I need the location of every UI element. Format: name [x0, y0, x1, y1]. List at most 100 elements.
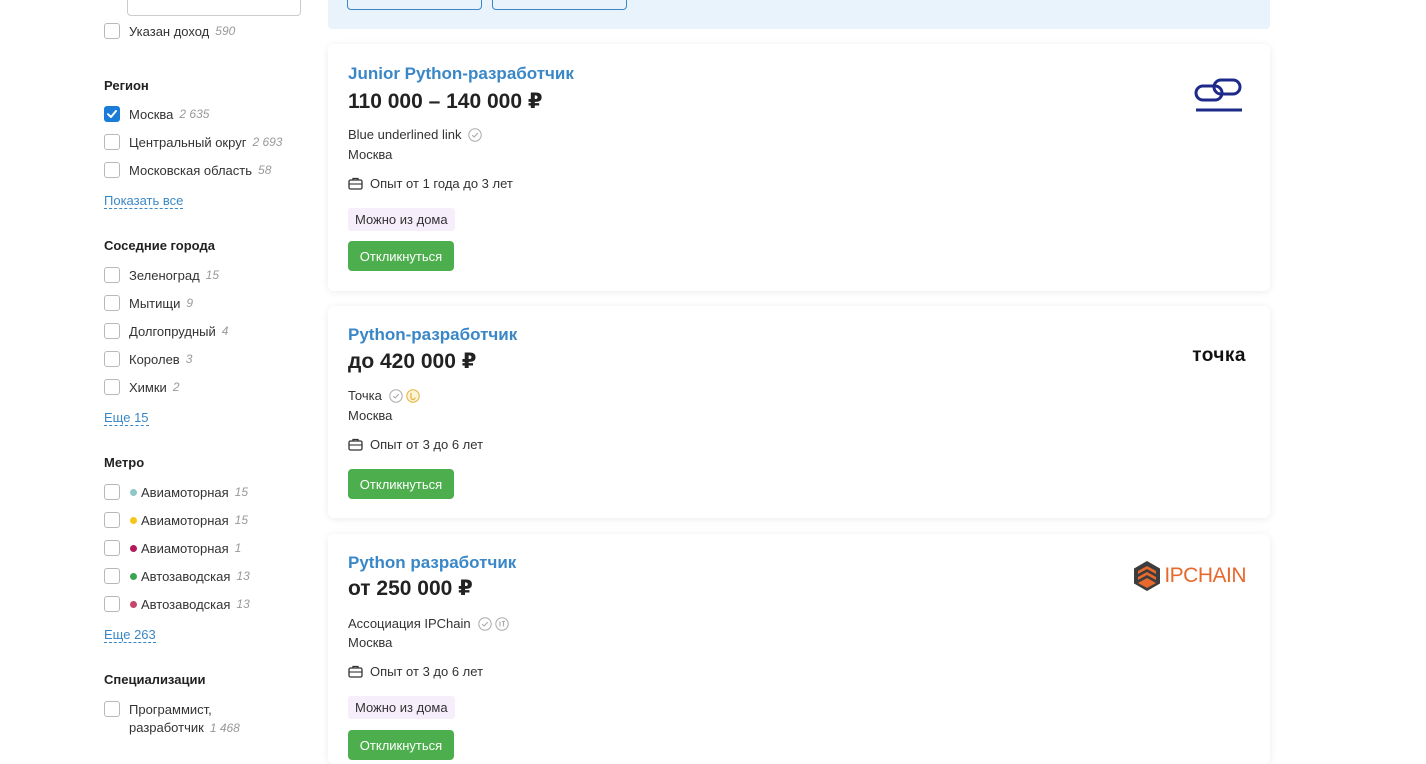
city-item[interactable]: Мытищи 9	[104, 295, 193, 311]
filter-count: 15	[205, 268, 220, 282]
specialization-item[interactable]: Программист, разработчик 1 468	[104, 701, 240, 737]
checkbox-label: Указан доход	[129, 23, 210, 39]
company-name[interactable]: Blue underlined link	[348, 127, 483, 142]
checkbox-label: Центральный округ	[129, 134, 247, 150]
metro-item[interactable]: Автозаводская 13	[104, 568, 250, 584]
apply-button[interactable]: Откликнуться	[348, 241, 454, 271]
company-name[interactable]: Ассоциация IPChain	[348, 616, 509, 631]
city-item[interactable]: Долгопрудный 4	[104, 323, 228, 339]
vacancy-experience: Опыт от 3 до 6 лет	[348, 437, 483, 452]
metro-item[interactable]: Авиамоторная 1	[104, 540, 241, 556]
company-name[interactable]: Точка	[348, 388, 420, 403]
checkbox-checked[interactable]	[104, 106, 120, 122]
checkbox[interactable]	[104, 134, 120, 150]
checkbox[interactable]	[104, 295, 120, 311]
checkbox[interactable]	[104, 596, 120, 612]
checkbox[interactable]	[104, 23, 120, 39]
vacancy-experience: Опыт от 1 года до 3 лет	[348, 176, 513, 191]
remote-tag: Можно из дома	[348, 696, 455, 719]
metro-item[interactable]: Автозаводская 13	[104, 596, 250, 612]
banner-button-right[interactable]	[492, 0, 627, 10]
company-link[interactable]: Ассоциация IPChain	[348, 616, 471, 631]
metro-item[interactable]: Авиамоторная 15	[104, 512, 248, 528]
company-logo-tochka[interactable]: точка	[1192, 345, 1246, 367]
checkbox[interactable]	[104, 379, 120, 395]
checkbox[interactable]	[104, 484, 120, 500]
check-icon	[107, 110, 117, 118]
checkbox[interactable]	[104, 701, 120, 717]
vacancy-city: Москва	[348, 147, 393, 162]
rating-badge-icon	[406, 388, 420, 403]
company-logo[interactable]	[1194, 76, 1246, 121]
filter-count: 590	[215, 24, 236, 38]
filter-count: 4	[221, 324, 229, 338]
specializations-title: Специализации	[104, 672, 206, 687]
checkbox-label: Автозаводская	[141, 568, 231, 584]
vacancy-title-link[interactable]: Junior Python-разработчик	[348, 64, 574, 84]
filter-count: 9	[186, 296, 194, 310]
vacancy-salary: от 250 000 ₽	[348, 577, 473, 600]
checkbox[interactable]	[104, 568, 120, 584]
filter-count: 58	[258, 163, 272, 177]
filter-input[interactable]	[127, 0, 301, 16]
chain-link-logo-icon	[1194, 78, 1242, 112]
checkbox-label-line: разработчик	[129, 720, 204, 735]
checkbox-label: Мытищи	[129, 295, 181, 311]
vacancy-title-link[interactable]: Python разработчик	[348, 553, 516, 573]
region-item-moscow-oblast[interactable]: Московская область 58	[104, 162, 271, 178]
checkbox[interactable]	[104, 267, 120, 283]
apply-button[interactable]: Откликнуться	[348, 469, 454, 499]
metro-item[interactable]: Авиамоторная 15	[104, 484, 248, 500]
region-item-central[interactable]: Центральный округ 2 693	[104, 134, 282, 150]
checkbox-label: Королев	[129, 351, 180, 367]
checkbox-label: Автозаводская	[141, 596, 231, 612]
metro-show-more-link[interactable]: Еще 263	[104, 627, 156, 643]
vacancy-salary: до 420 000 ₽	[348, 350, 477, 373]
checkbox[interactable]	[104, 351, 120, 367]
filter-count: 1 468	[209, 721, 240, 735]
vacancy-card: Python-разработчик до 420 000 ₽ Точка Мо…	[328, 306, 1270, 518]
experience-text: Опыт от 3 до 6 лет	[370, 664, 484, 679]
region-title: Регион	[104, 78, 149, 93]
apply-button[interactable]: Откликнуться	[348, 730, 454, 760]
metro-title: Метро	[104, 455, 145, 470]
logo-text: IPCHAIN	[1164, 564, 1246, 587]
filter-count: 1	[234, 541, 242, 555]
cities-show-more-link[interactable]: Еще 15	[104, 410, 149, 426]
checkbox[interactable]	[104, 162, 120, 178]
checkbox-label: Химки	[129, 379, 167, 395]
filter-count: 15	[234, 513, 249, 527]
top-banner	[328, 0, 1270, 29]
it-accreditation-icon	[494, 616, 509, 631]
experience-text: Опыт от 1 года до 3 лет	[370, 176, 513, 191]
vacancy-experience: Опыт от 3 до 6 лет	[348, 664, 483, 679]
region-show-all-link[interactable]: Показать все	[104, 193, 184, 209]
banner-button-left[interactable]	[347, 0, 482, 10]
checkbox[interactable]	[104, 512, 120, 528]
company-logo-ipchain[interactable]: IPCHAIN	[1132, 560, 1246, 592]
vacancy-title-link[interactable]: Python-разработчик	[348, 325, 517, 345]
region-item-moscow[interactable]: Москва 2 635	[104, 106, 209, 122]
company-link[interactable]: Точка	[348, 388, 382, 403]
filter-count: 3	[185, 352, 193, 366]
checkbox-label: Московская область	[129, 162, 253, 178]
briefcase-icon	[348, 438, 363, 451]
vacancy-city: Москва	[348, 408, 393, 423]
checkbox-label: Москва	[129, 106, 174, 122]
checkbox-label: Авиамоторная	[141, 540, 229, 556]
company-link[interactable]: Blue underlined link	[348, 127, 461, 142]
filter-income-checkbox[interactable]: Указан доход 590	[104, 23, 235, 39]
city-item[interactable]: Химки 2	[104, 379, 180, 395]
checkbox[interactable]	[104, 540, 120, 556]
checkbox-label: Зеленоград	[129, 267, 200, 283]
nearby-cities-title: Соседние города	[104, 238, 215, 253]
remote-tag: Можно из дома	[348, 208, 455, 231]
filter-count: 2 693	[252, 135, 283, 149]
checkbox-label: Долгопрудный	[129, 323, 216, 339]
city-item[interactable]: Зеленоград 15	[104, 267, 219, 283]
filters-sidebar: Указан доход 590 Регион Москва 2 635 Цен…	[0, 0, 320, 743]
checkbox-label: Авиамоторная	[141, 484, 229, 500]
checkbox[interactable]	[104, 323, 120, 339]
filter-count: 13	[236, 597, 250, 611]
city-item[interactable]: Королев 3	[104, 351, 192, 367]
